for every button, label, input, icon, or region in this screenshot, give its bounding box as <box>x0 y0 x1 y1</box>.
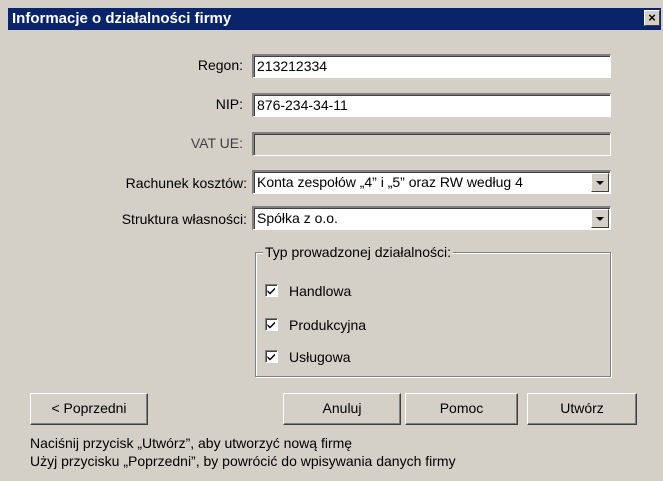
help-button[interactable]: Pomoc <box>405 393 518 425</box>
close-icon: × <box>648 10 656 25</box>
nip-label: NIP: <box>215 96 243 112</box>
chevron-down-icon[interactable] <box>591 173 609 192</box>
previous-button[interactable]: < Poprzedni <box>30 393 148 425</box>
checkbox-box[interactable] <box>265 350 278 363</box>
rachunek-kosztow-select[interactable]: Konta zespołów „4” i „5” oraz RW według … <box>252 170 611 194</box>
struktura-wlasnosci-select[interactable]: Spółka z o.o. <box>252 206 611 230</box>
checkbox-label: Handlowa <box>289 283 352 299</box>
vat-ue-field <box>252 132 611 156</box>
regon-label: Regon: <box>197 57 243 73</box>
checkbox-label: Produkcyjna <box>289 317 367 333</box>
close-button[interactable]: × <box>644 10 660 26</box>
hint-line-create: Naciśnij przycisk „Utwórz”, aby utworzyć… <box>30 435 353 451</box>
checkmark-icon <box>267 287 275 295</box>
checkbox-label: Usługowa <box>289 349 351 365</box>
hint-line-previous: Użyj przycisku „Poprzedni”, by powrócić … <box>30 453 456 469</box>
struktura-wlasnosci-label: Struktura własności: <box>121 211 247 227</box>
rachunek-kosztow-label: Rachunek kosztów: <box>125 175 247 191</box>
rachunek-kosztow-value: Konta zespołów „4” i „5” oraz RW według … <box>257 174 523 190</box>
vat-ue-label: VAT UE: <box>190 135 243 151</box>
checkbox-box[interactable] <box>265 284 278 297</box>
checkbox-box[interactable] <box>265 318 278 331</box>
chevron-down-icon[interactable] <box>591 209 609 228</box>
checkmark-icon <box>267 321 275 329</box>
checkmark-icon <box>267 353 275 361</box>
create-button[interactable]: Utwórz <box>527 393 637 425</box>
title-bar[interactable]: Informacje o działalności firmy × <box>8 8 661 30</box>
window-title: Informacje o działalności firmy <box>12 10 232 27</box>
cancel-button[interactable]: Anuluj <box>283 393 401 425</box>
business-type-title: Typ prowadzonej działalności: <box>263 243 453 261</box>
regon-field[interactable]: 213212334 <box>252 54 611 78</box>
nip-field[interactable]: 876-234-34-11 <box>252 93 611 117</box>
dialog-window: Informacje o działalności firmy × Regon:… <box>0 0 663 481</box>
struktura-wlasnosci-value: Spółka z o.o. <box>257 210 338 226</box>
